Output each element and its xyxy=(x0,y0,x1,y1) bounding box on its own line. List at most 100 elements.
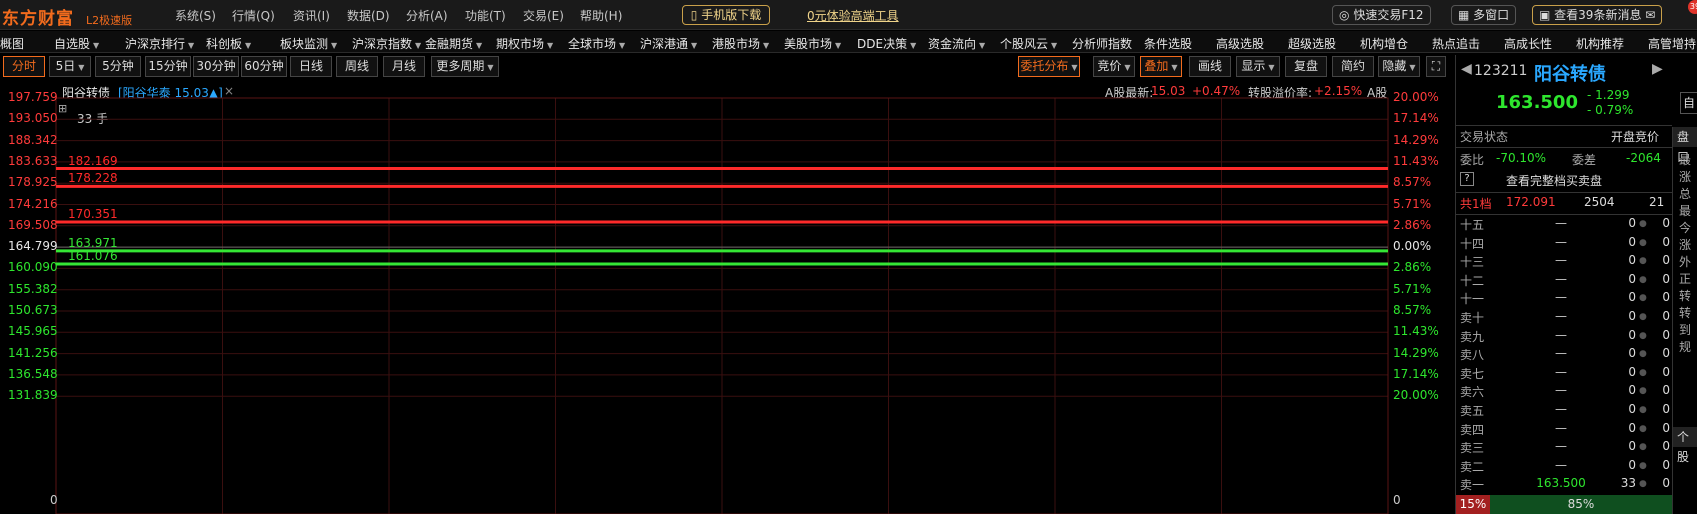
help-icon[interactable]: ? xyxy=(1460,172,1474,186)
menu-analysis[interactable]: 分析(A) xyxy=(406,7,448,24)
order-distribution-button[interactable]: 委托分布 ▼ xyxy=(1018,56,1080,77)
menu-trade[interactable]: 交易(E) xyxy=(523,7,564,24)
side-info-label: 最 xyxy=(1679,153,1692,167)
level-count: 0 xyxy=(1662,290,1670,305)
order-book-row[interactable]: 卖六 —0 ● 0 xyxy=(1456,383,1672,401)
nav-item[interactable]: 港股市场 ▼ xyxy=(712,35,769,52)
quick-trade-button[interactable]: ◎ 快速交易F12 xyxy=(1332,5,1431,25)
multi-window-button[interactable]: ▦ 多窗口 xyxy=(1451,5,1517,25)
order-book-row[interactable]: 卖八 —0 ● 0 xyxy=(1456,346,1672,364)
nav-item[interactable]: 沪深京指数 ▼ xyxy=(352,35,421,52)
prev-stock-icon[interactable]: ◀ xyxy=(1461,61,1472,77)
price-tick-label: 169.508 xyxy=(8,217,58,232)
tab-intraday[interactable]: 分时 xyxy=(3,56,45,77)
menu-data[interactable]: 数据(D) xyxy=(347,7,390,24)
nav-item[interactable]: 期权市场 ▼ xyxy=(496,35,553,52)
status-label: 交易状态 xyxy=(1460,130,1509,144)
full-book-row[interactable]: ? 查看完整档买卖盘 xyxy=(1456,172,1672,190)
level-label: 卖三 xyxy=(1460,441,1485,456)
order-book-row[interactable]: 卖七 —0 ● 0 xyxy=(1456,365,1672,383)
nav-item[interactable]: 全球市场 ▼ xyxy=(568,35,625,52)
nav-item[interactable]: 机构推荐 xyxy=(1576,35,1624,52)
fullscreen-icon[interactable]: ⛶ xyxy=(1426,56,1446,77)
menu-system[interactable]: 系统(S) xyxy=(175,7,216,24)
order-book-row[interactable]: 卖四 —0 ● 0 xyxy=(1456,421,1672,439)
level-volume: 0 xyxy=(1628,253,1636,268)
price-tick-label: 145.965 xyxy=(8,324,58,339)
side-tab-handicap[interactable]: 盘口 xyxy=(1673,127,1697,164)
full-book-link[interactable]: 查看完整档买卖盘 xyxy=(1506,172,1602,189)
nav-item[interactable]: 高成长性 xyxy=(1504,35,1552,52)
nav-item[interactable]: 热点追击 xyxy=(1432,35,1480,52)
nav-item[interactable]: 沪深京排行 ▼ xyxy=(125,35,194,52)
diff-value: -2064 xyxy=(1626,151,1661,165)
nav-item[interactable]: 机构增仓 xyxy=(1360,35,1408,52)
level-volume: 0 xyxy=(1628,439,1636,454)
percent-tick-label: 17.14% xyxy=(1393,111,1439,126)
side-tab-stock[interactable]: 个股 xyxy=(1673,427,1697,464)
price-tick-label: 160.090 xyxy=(8,260,58,275)
nav-item[interactable]: 条件选股 xyxy=(1144,35,1192,52)
nav-item[interactable]: 超级选股 xyxy=(1288,35,1336,52)
tab-more-periods[interactable]: 更多周期 ▼ xyxy=(431,56,499,77)
nav-item[interactable]: 科创板 ▼ xyxy=(206,35,251,52)
new-messages-button[interactable]: ▣ 查看39条新消息 ✉ xyxy=(1532,5,1663,25)
tab-60min[interactable]: 60分钟 xyxy=(241,56,287,77)
tab-daily[interactable]: 日线 xyxy=(290,56,332,77)
nav-item[interactable]: DDE决策 ▼ xyxy=(857,35,916,52)
draw-line-button[interactable]: 画线 xyxy=(1189,56,1231,77)
nav-item[interactable]: 金融期货 ▼ xyxy=(425,35,482,52)
menu-help[interactable]: 帮助(H) xyxy=(580,7,622,24)
nav-item[interactable]: 沪深港通 ▼ xyxy=(640,35,697,52)
tab-monthly[interactable]: 月线 xyxy=(383,56,425,77)
tab-weekly[interactable]: 周线 xyxy=(336,56,378,77)
tab-15min[interactable]: 15分钟 xyxy=(145,56,191,77)
tab-30min[interactable]: 30分钟 xyxy=(193,56,239,77)
hide-button[interactable]: 隐藏 ▼ xyxy=(1378,56,1420,77)
nav-item[interactable]: 美股市场 ▼ xyxy=(784,35,841,52)
level-label: 卖八 xyxy=(1460,348,1485,363)
nav-item[interactable]: 资金流向 ▼ xyxy=(928,35,985,52)
order-book-row[interactable]: 卖十 —0 ● 0 xyxy=(1456,309,1672,327)
order-book-row[interactable]: 卖一 163.500 33 ● 0 xyxy=(1456,476,1672,494)
side-info-label: 外 xyxy=(1679,255,1692,269)
order-book-row[interactable]: 十五 —0 ● 0 xyxy=(1456,216,1672,234)
level-volume: 0 xyxy=(1628,309,1636,323)
level-label: 卖四 xyxy=(1460,422,1485,437)
order-book-row[interactable]: 卖三 —0 ● 0 xyxy=(1456,439,1672,457)
order-book-row[interactable]: 卖五 —0 ● 0 xyxy=(1456,402,1672,420)
menu-function[interactable]: 功能(T) xyxy=(465,7,506,24)
order-book-row[interactable]: 卖九 —0 ● 0 xyxy=(1456,328,1672,346)
overlay-button[interactable]: 叠加 ▼ xyxy=(1140,56,1182,77)
order-book-row[interactable]: 卖二 —0 ● 0 xyxy=(1456,458,1672,476)
level-count: 0 xyxy=(1662,476,1670,491)
tab-5day[interactable]: 5日 ▼ xyxy=(49,56,91,77)
quote-panel: ◀ 123211 阳谷转债 ▶ 163.500 - 1.299 - 0.79% … xyxy=(1455,55,1697,514)
add-watch-button[interactable]: 自 xyxy=(1680,92,1697,114)
order-book-row[interactable]: 十三 —0 ● 0 xyxy=(1456,253,1672,271)
order-book-row[interactable]: 十二 —0 ● 0 xyxy=(1456,272,1672,290)
menu-news[interactable]: 资讯(I) xyxy=(293,7,330,24)
nav-item[interactable]: 高级选股 xyxy=(1216,35,1264,52)
intraday-chart[interactable]: 阳谷转债 [阳谷华泰 15.03▲] × A股最新: 15.03 +0.47% … xyxy=(0,80,1450,514)
order-book-row[interactable]: 十四 —0 ● 0 xyxy=(1456,235,1672,253)
nav-item[interactable]: 板块监测 ▼ xyxy=(280,35,337,52)
level-label: 卖六 xyxy=(1460,385,1485,400)
order-book-row[interactable]: 十一 —0 ● 0 xyxy=(1456,290,1672,308)
display-button[interactable]: 显示 ▼ xyxy=(1236,56,1280,77)
next-stock-icon[interactable]: ▶ xyxy=(1652,61,1663,77)
replay-button[interactable]: 复盘 xyxy=(1285,56,1327,77)
tab-5min[interactable]: 5分钟 xyxy=(95,56,141,77)
nav-item[interactable]: 高管增持 xyxy=(1648,35,1696,52)
menu-quote[interactable]: 行情(Q) xyxy=(232,7,275,24)
simple-button[interactable]: 简约 xyxy=(1332,56,1374,77)
order-level-label: 182.169 xyxy=(68,153,118,168)
price-tick-label: 141.256 xyxy=(8,345,58,360)
nav-item[interactable]: 分析师指数 xyxy=(1072,35,1132,52)
nav-item[interactable]: 概图 xyxy=(0,35,24,52)
auction-button[interactable]: 竞价 ▼ xyxy=(1093,56,1135,77)
mobile-download-button[interactable]: ▯ 手机版下载 xyxy=(682,5,770,25)
free-tool-link[interactable]: 0元体验高端工具 xyxy=(807,7,899,24)
nav-item[interactable]: 个股风云 ▼ xyxy=(1000,35,1057,52)
nav-item[interactable]: 自选股 ▼ xyxy=(54,35,99,52)
